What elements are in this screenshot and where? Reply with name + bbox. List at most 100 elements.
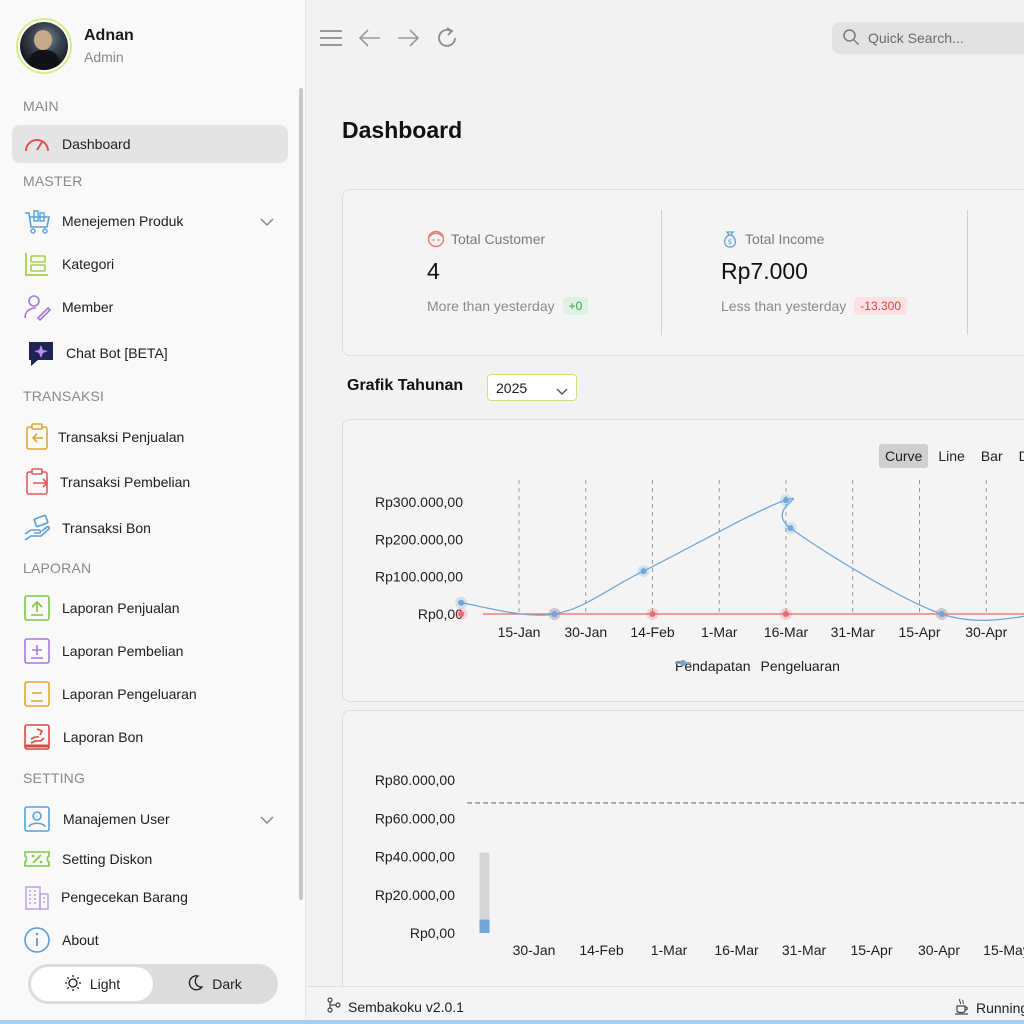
- money-bag-icon: $: [721, 230, 739, 248]
- legend-label: Pengeluaran: [760, 658, 840, 674]
- sidebar-item-chatbot[interactable]: Chat Bot [BETA]: [12, 334, 288, 372]
- theme-dark-label: Dark: [212, 976, 242, 992]
- customer-face-icon: [427, 230, 445, 248]
- moon-icon: [186, 974, 204, 995]
- chevron-down-icon[interactable]: [260, 812, 274, 828]
- x-tick-label: 30-Apr: [918, 942, 960, 958]
- theme-light-label: Light: [89, 976, 121, 992]
- info-icon: [22, 925, 52, 955]
- y-tick-label: Rp40.000,00: [375, 849, 455, 865]
- data-point-pengeluaran: [640, 568, 647, 575]
- chevron-down-icon[interactable]: [260, 214, 274, 230]
- back-arrow-icon[interactable]: [356, 24, 384, 52]
- report-plus-icon: [22, 636, 52, 666]
- status-badge: -13.300: [854, 297, 907, 315]
- stat-sub: Less than yesterday: [721, 298, 847, 314]
- sidebar-item-laporan-penjualan[interactable]: Laporan Penjualan: [12, 589, 288, 627]
- year-select-value: 2025: [496, 379, 528, 396]
- category-icon: [22, 249, 52, 279]
- x-tick-label: 1-Mar: [651, 942, 688, 958]
- sidebar-item-laporan-pengeluaran[interactable]: Laporan Pengeluaran: [12, 675, 288, 713]
- legend-marker: [675, 660, 691, 666]
- x-tick-label: 15-May: [983, 942, 1024, 958]
- sidebar-item-member[interactable]: Member: [12, 288, 288, 326]
- line-chart-card: Curve Line Bar D 15-Jan 30-Jan 14-Feb 1-Mar…: [342, 419, 1024, 702]
- sidebar-item-label: Laporan Pengeluaran: [62, 686, 197, 702]
- profile-role: Admin: [84, 49, 124, 65]
- sidebar-item-label: Member: [62, 299, 114, 315]
- refresh-icon[interactable]: [433, 24, 461, 52]
- sidebar-item-label: Setting Diskon: [62, 851, 153, 867]
- sidebar-item-transaksi-bon[interactable]: Transaksi Bon: [12, 509, 288, 547]
- run-status: Running: [976, 999, 1024, 1016]
- search-input[interactable]: Quick Search...: [832, 22, 1024, 54]
- bar-chart: 30-Jan 14-Feb 1-Mar 16-Mar 31-Mar 15-Apr 30-Ap…: [375, 772, 1024, 958]
- sidebar-item-label: Transaksi Pembelian: [60, 474, 191, 490]
- sidebar-item-setting-diskon[interactable]: Setting Diskon: [12, 840, 288, 878]
- sidebar-item-label: Dashboard: [62, 136, 131, 152]
- sidebar-item-pengecekan-barang[interactable]: Pengecekan Barang: [12, 878, 288, 916]
- section-master: MASTER: [23, 173, 83, 189]
- sidebar-item-transaksi-penjualan[interactable]: Transaksi Penjualan: [12, 418, 288, 456]
- sidebar: Adnan Admin MAIN Dashboard MASTER Meneje…: [0, 0, 306, 1024]
- app-window: Adnan Admin MAIN Dashboard MASTER Meneje…: [0, 0, 1024, 1024]
- theme-light-button[interactable]: Light: [31, 967, 153, 1001]
- status-badge: +0: [562, 297, 589, 315]
- theme-toggle[interactable]: Light Dark: [28, 964, 278, 1004]
- year-select[interactable]: 2025: [487, 374, 577, 401]
- series-line-pengeluaran: [461, 497, 1024, 621]
- sidebar-item-label: About: [62, 932, 99, 948]
- ticket-icon: [22, 844, 52, 874]
- sidebar-item-label: Kategori: [62, 256, 115, 272]
- sidebar-item-transaksi-pembelian[interactable]: Transaksi Pembelian: [12, 463, 288, 501]
- data-point-pengeluaran: [458, 599, 465, 606]
- speedometer-icon: [22, 129, 52, 159]
- chevron-down-icon: [556, 383, 568, 399]
- x-tick-label: 31-Mar: [782, 942, 827, 958]
- sidebar-item-dashboard[interactable]: Dashboard: [12, 125, 288, 163]
- forward-arrow-icon[interactable]: [394, 24, 422, 52]
- stats-card: Total Customer 4 More than yesterday +0 …: [342, 189, 1024, 356]
- legend-item-pengeluaran[interactable]: Pengeluaran: [675, 658, 840, 674]
- x-tick-label: 30-Jan: [513, 942, 556, 958]
- x-tick-label: 15-Apr: [898, 624, 940, 640]
- bar-chart-card: 30-Jan 14-Feb 1-Mar 16-Mar 31-Mar 15-Apr 30-Ap…: [342, 710, 1024, 986]
- sidebar-item-label: Menejemen Produk: [62, 213, 184, 229]
- x-tick-label: 30-Jan: [564, 624, 607, 640]
- sidebar-item-laporan-bon[interactable]: Laporan Bon: [12, 718, 288, 756]
- sidebar-item-label: Pengecekan Barang: [61, 889, 188, 905]
- sidebar-item-label: Laporan Penjualan: [62, 600, 180, 616]
- sidebar-item-label: Laporan Bon: [63, 729, 144, 745]
- divider: [661, 210, 662, 335]
- data-point-pengeluaran: [551, 611, 558, 617]
- user-card-icon: [22, 804, 52, 834]
- grafik-title: Grafik Tahunan: [347, 377, 464, 394]
- report-bon-icon: [22, 722, 52, 752]
- report-up-icon: [22, 593, 52, 623]
- stat-label: Total Income: [745, 231, 825, 247]
- git-branch-icon: [326, 997, 342, 1016]
- user-edit-icon: [22, 292, 52, 322]
- x-tick-label: 1-Mar: [701, 624, 738, 640]
- avatar[interactable]: [16, 18, 72, 74]
- menu-icon[interactable]: [317, 24, 345, 52]
- y-tick-label: Rp0,00: [410, 925, 455, 941]
- sidebar-item-manajemen-user[interactable]: Manajemen User: [12, 800, 288, 838]
- sidebar-scrollbar[interactable]: [299, 88, 303, 900]
- search-icon: [842, 28, 860, 49]
- search-placeholder: Quick Search...: [868, 30, 964, 46]
- building-icon: [22, 882, 52, 912]
- y-tick-label: Rp200.000,00: [375, 531, 463, 547]
- user-profile[interactable]: Adnan Admin: [16, 17, 134, 75]
- sun-icon: [64, 974, 82, 995]
- sidebar-item-about[interactable]: About: [12, 921, 288, 959]
- sidebar-item-kategori[interactable]: Kategori: [12, 245, 288, 283]
- theme-dark-button[interactable]: Dark: [153, 967, 275, 1001]
- sidebar-item-menejemen-produk[interactable]: Menejemen Produk: [12, 202, 288, 240]
- sidebar-item-label: Transaksi Bon: [62, 520, 151, 536]
- stat-total-customer: Total Customer 4 More than yesterday +0: [427, 230, 589, 315]
- x-tick-label: 31-Mar: [831, 624, 876, 640]
- sidebar-item-laporan-pembelian[interactable]: Laporan Pembelian: [12, 632, 288, 670]
- page-title: Dashboard: [342, 117, 463, 143]
- chatbot-icon: [26, 338, 56, 368]
